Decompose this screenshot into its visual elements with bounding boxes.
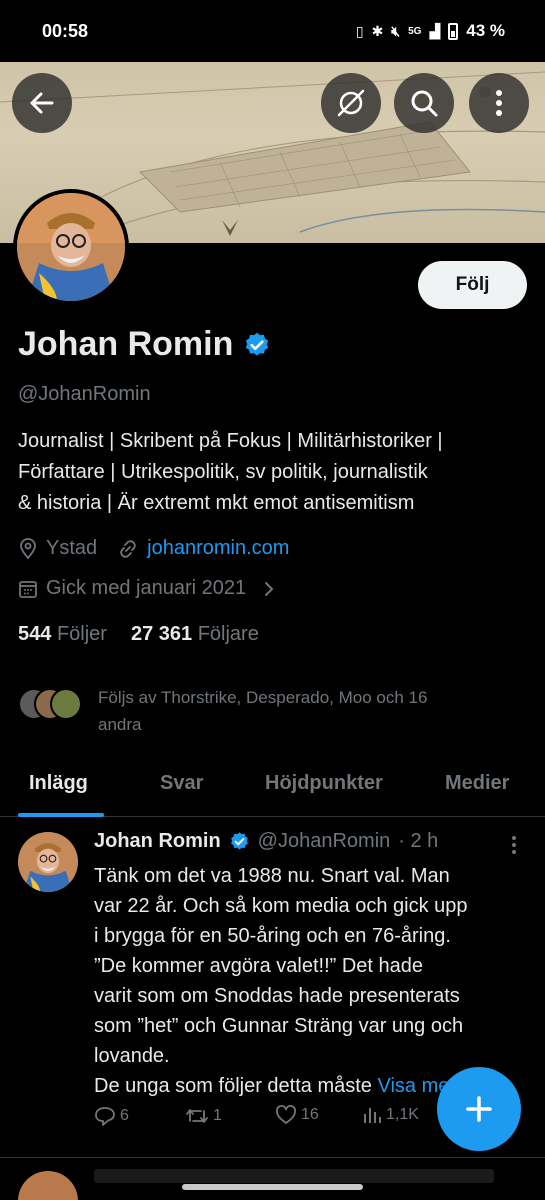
tweet-more-icon[interactable] — [506, 834, 522, 856]
like-button[interactable]: 16 — [275, 1105, 319, 1125]
calendar-icon — [19, 580, 37, 598]
follower-avatars — [18, 684, 88, 724]
reply-button[interactable]: 6 — [94, 1105, 129, 1127]
active-tab-indicator — [18, 813, 104, 817]
profile-bio: Journalist | Skribent på Fokus | Militär… — [18, 426, 533, 519]
avatar-image — [17, 193, 125, 301]
retweet-count: 1 — [213, 1107, 222, 1124]
followers-label: Följare — [197, 623, 259, 645]
following-stat[interactable]: 544 Följer — [18, 623, 107, 646]
verified-badge-icon[interactable] — [243, 331, 271, 359]
back-button[interactable] — [12, 73, 72, 133]
bluetooth-icon: ✱ — [371, 22, 384, 39]
verified-badge-icon — [230, 832, 248, 850]
home-indicator[interactable] — [182, 1184, 363, 1190]
more-vertical-icon — [496, 90, 502, 116]
profile-joined: Gick med januari 2021 — [46, 577, 247, 599]
like-count: 16 — [301, 1106, 319, 1123]
search-icon — [411, 90, 438, 117]
location-pin-icon — [20, 537, 36, 559]
vibrate-icon: ▯ — [355, 22, 364, 39]
status-time: 00:58 — [42, 20, 89, 41]
heart-icon — [276, 1105, 296, 1124]
tweet-avatar — [18, 1171, 78, 1200]
view-count: 1,1K — [386, 1106, 419, 1123]
profile-meta-location: Ystad johanromin.com — [18, 537, 289, 560]
followed-by-text: Följs av Thorstrike, Desperado, Moo och … — [98, 684, 518, 738]
views-chart-icon — [364, 1108, 381, 1123]
tweet-body: Tänk om det va 1988 nu. Snart val. Man v… — [94, 865, 468, 1097]
bio-line: Journalist | Skribent på Fokus | Militär… — [18, 430, 443, 452]
compose-post-button[interactable] — [437, 1067, 521, 1151]
tweet-header-placeholder — [94, 1169, 494, 1183]
follow-button[interactable]: Följ — [418, 261, 527, 309]
arrow-left-icon — [30, 92, 54, 114]
link-icon — [120, 539, 136, 558]
next-tweet-partial[interactable] — [0, 1159, 545, 1200]
profile-name: Johan Romin — [18, 325, 234, 363]
followed-by-line: andra — [98, 715, 142, 734]
followers-count: 27 361 — [130, 623, 193, 645]
profile-joined-row[interactable]: Gick med januari 2021 — [18, 577, 276, 600]
battery-level: 43 % — [466, 21, 505, 40]
following-count: 544 — [18, 623, 52, 645]
retweet-button[interactable]: 1 — [185, 1105, 222, 1127]
signal-icon: ▟ — [429, 22, 441, 39]
reply-icon — [95, 1107, 115, 1126]
bio-line: & historia | Är extremt mkt emot antisem… — [18, 492, 415, 514]
plus-icon — [466, 1096, 492, 1122]
status-bar: 00:58 ▯ ✱ 🔇︎ 5G ▟ 43 % — [0, 0, 545, 62]
followed-by-row[interactable]: Följs av Thorstrike, Desperado, Moo och … — [18, 684, 518, 738]
tab-posts[interactable]: Inlägg — [29, 755, 88, 795]
retweet-icon — [186, 1109, 208, 1123]
profile-handle: @JohanRomin — [18, 383, 151, 405]
follower-avatar — [50, 688, 82, 720]
profile-avatar[interactable] — [13, 189, 129, 305]
profile-name-row: Johan Romin — [18, 325, 271, 364]
tab-media[interactable]: Medier — [445, 755, 509, 795]
tab-highlights[interactable]: Höjdpunkter — [265, 755, 383, 795]
battery-icon — [448, 22, 459, 40]
bio-line: Författare | Utrikespolitik, sv politik,… — [18, 461, 428, 483]
no-image-icon — [337, 89, 365, 117]
chevron-right-icon — [265, 581, 274, 596]
hide-media-button[interactable] — [321, 73, 381, 133]
search-button[interactable] — [394, 73, 454, 133]
tweet-avatar[interactable] — [18, 832, 78, 892]
tweet-time: · 2 h — [398, 830, 439, 852]
network-label: 5G — [408, 25, 422, 37]
tab-replies[interactable]: Svar — [160, 755, 203, 795]
profile-website-link[interactable]: johanromin.com — [147, 537, 289, 560]
followed-by-line: Följs av Thorstrike, Desperado, Moo och … — [98, 688, 428, 707]
reply-count: 6 — [120, 1107, 129, 1124]
views-button[interactable]: 1,1K — [362, 1105, 419, 1125]
tweet-header: Johan Romin @JohanRomin · 2 h — [94, 830, 438, 853]
profile-stats: 544 Följer 27 361 Följare — [18, 623, 259, 646]
tweet-author-handle: @JohanRomin — [257, 830, 391, 852]
tweet-text: Tänk om det va 1988 nu. Snart val. Man v… — [94, 861, 534, 1101]
followers-stat[interactable]: 27 361 Följare — [131, 623, 259, 646]
mute-icon: 🔇︎ — [391, 22, 401, 39]
profile-location: Ystad — [46, 537, 98, 559]
tweet-author-name[interactable]: Johan Romin — [94, 830, 221, 853]
profile-tabs: Inlägg Svar Höjdpunkter Medier — [0, 755, 545, 817]
status-icons: ▯ ✱ 🔇︎ 5G ▟ 43 % — [356, 21, 505, 41]
more-button[interactable] — [469, 73, 529, 133]
following-label: Följer — [56, 623, 107, 645]
